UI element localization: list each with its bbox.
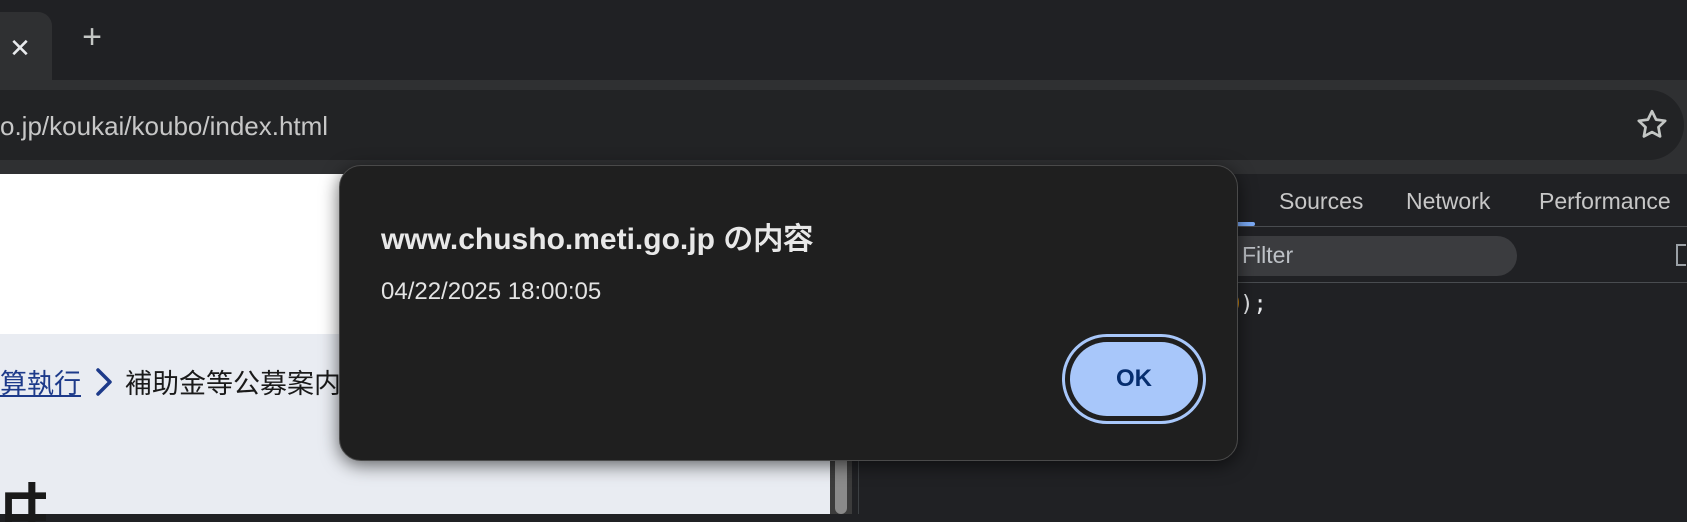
checkbox-icon[interactable] [1676, 244, 1686, 266]
breadcrumb-link[interactable]: 算執行 [0, 362, 81, 401]
browser-tab[interactable]: ✕ [0, 12, 52, 80]
bookmark-star-icon[interactable] [1634, 107, 1670, 143]
new-tab-button[interactable]: + [76, 20, 108, 54]
tab-performance[interactable]: Performance [1539, 188, 1671, 215]
scrollbar-thumb[interactable] [835, 454, 847, 514]
tab-sources[interactable]: Sources [1279, 188, 1363, 215]
tab-strip: ✕ + [0, 0, 1687, 80]
page-heading: 中 [0, 482, 46, 522]
address-bar[interactable]: o.jp/koukai/koubo/index.html [0, 90, 1684, 160]
alert-dialog: www.chusho.meti.go.jp の内容 04/22/2025 18:… [339, 165, 1238, 461]
chevron-right-icon [96, 367, 112, 396]
breadcrumb: 算執行 補助金等公募案内 [0, 362, 341, 401]
ok-button[interactable]: OK [1070, 342, 1198, 416]
close-tab-icon[interactable]: ✕ [6, 34, 34, 62]
dialog-title: www.chusho.meti.go.jp の内容 [381, 223, 814, 256]
tab-network[interactable]: Network [1406, 188, 1490, 215]
dialog-message: 04/22/2025 18:00:05 [381, 278, 602, 305]
url-text[interactable]: o.jp/koukai/koubo/index.html [0, 111, 328, 142]
ok-focus-ring: OK [1062, 334, 1206, 424]
browser-toolbar: o.jp/koukai/koubo/index.html [0, 80, 1687, 174]
code-suffix: ); [1240, 292, 1267, 317]
breadcrumb-current: 補助金等公募案内 [125, 369, 341, 399]
filter-placeholder: Filter [1242, 242, 1294, 268]
